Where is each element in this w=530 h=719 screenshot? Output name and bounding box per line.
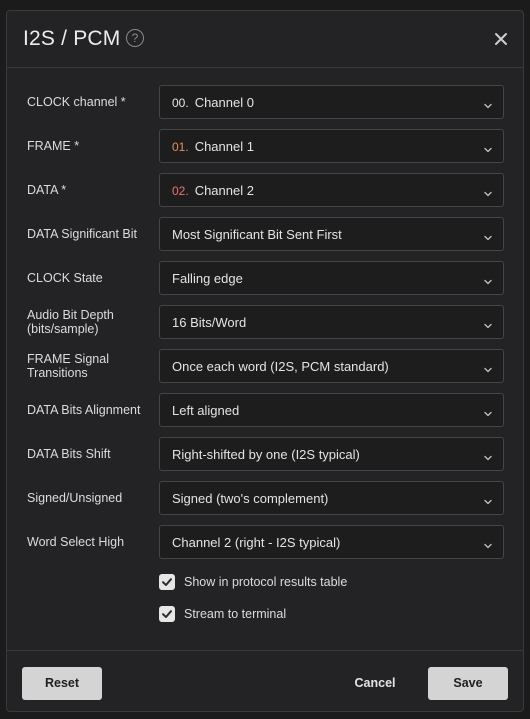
field-label: CLOCK channel * — [27, 95, 126, 109]
field-label: Audio Bit Depth (bits/sample) — [27, 308, 114, 336]
form-row: FRAME * 01. Channel 1 — [7, 129, 523, 163]
help-circle-icon[interactable]: ? — [126, 29, 144, 47]
field-select[interactable]: 01. Channel 1 — [159, 129, 504, 163]
form-row: Word Select High Channel 2 (right - I2S t… — [7, 525, 523, 559]
field-label: FRAME Signal Transitions — [27, 352, 109, 380]
chevron-down-icon — [483, 494, 493, 505]
select-value: Channel 1 — [194, 139, 254, 154]
channel-index: 00. — [172, 96, 189, 110]
cancel-button[interactable]: Cancel — [345, 667, 405, 700]
checkbox[interactable] — [159, 574, 175, 590]
dialog-title: I2S / PCM — [23, 27, 121, 50]
select-value: Left aligned — [172, 403, 240, 418]
select-value-container: 16 Bits/Word — [172, 315, 246, 330]
field-label: FRAME * — [27, 139, 80, 153]
field-label: DATA * — [27, 183, 67, 197]
checkbox[interactable] — [159, 606, 175, 622]
chevron-down-icon — [483, 230, 493, 241]
option-label: Show in protocol results table — [184, 575, 348, 589]
select-value-container: Left aligned — [172, 403, 239, 418]
chevron-down-icon — [483, 142, 493, 153]
select-value-container: Once each word (I2S, PCM standard) — [172, 359, 389, 374]
select-value-container: 02. Channel 2 — [172, 183, 254, 198]
select-value-container: Channel 2 (right - I2S typical) — [172, 535, 340, 550]
option-label: Stream to terminal — [184, 607, 287, 621]
i2s-pcm-dialog: I2S / PCM ? CLOCK channel * 00. Channel 0 F… — [6, 10, 524, 712]
check-icon — [162, 578, 172, 586]
select-value-container: Right-shifted by one (I2S typical) — [172, 447, 360, 462]
form-row: DATA Bits Shift Right-shifted by one (I2S… — [7, 437, 523, 471]
select-value-container: 00. Channel 0 — [172, 95, 254, 110]
select-value: Falling edge — [172, 271, 243, 286]
chevron-down-icon — [483, 318, 493, 329]
chevron-down-icon — [483, 98, 493, 109]
select-value-container: Most Significant Bit Sent First — [172, 227, 342, 242]
select-value: Right-shifted by one (I2S typical) — [172, 447, 360, 462]
dialog-header: I2S / PCM ? — [7, 11, 523, 68]
field-select[interactable]: Once each word (I2S, PCM standard) — [159, 349, 504, 383]
select-value-container: Falling edge — [172, 271, 243, 286]
select-value: Channel 2 (right - I2S typical) — [172, 535, 341, 550]
field-label: CLOCK State — [27, 271, 103, 285]
field-select[interactable]: Left aligned — [159, 393, 504, 427]
select-value-container: Signed (two's complement) — [172, 491, 328, 506]
field-label: Signed/Unsigned — [27, 491, 123, 505]
field-select[interactable]: Channel 2 (right - I2S typical) — [159, 525, 504, 559]
chevron-down-icon — [483, 362, 493, 373]
select-value: 16 Bits/Word — [172, 315, 247, 330]
form-row: DATA * 02. Channel 2 — [7, 173, 523, 207]
chevron-down-icon — [483, 450, 493, 461]
form-row: Signed/Unsigned Signed (two's complement) — [7, 481, 523, 515]
select-value-container: 01. Channel 1 — [172, 139, 254, 154]
form-row: Audio Bit Depth (bits/sample) 16 Bits/Wor… — [7, 305, 523, 339]
form-row: CLOCK channel * 00. Channel 0 — [7, 85, 523, 119]
select-value: Signed (two's complement) — [172, 491, 329, 506]
select-value: Once each word (I2S, PCM standard) — [172, 359, 389, 374]
form-row: DATA Bits Alignment Left aligned — [7, 393, 523, 427]
option-checkbox-row[interactable]: Stream to terminal — [159, 606, 399, 624]
field-select[interactable]: Right-shifted by one (I2S typical) — [159, 437, 504, 471]
field-select[interactable]: 00. Channel 0 — [159, 85, 504, 119]
field-select[interactable]: Falling edge — [159, 261, 504, 295]
reset-button[interactable]: Reset — [22, 667, 102, 700]
field-label: DATA Significant Bit — [27, 227, 137, 241]
chevron-down-icon — [483, 274, 493, 285]
check-icon — [162, 610, 172, 618]
chevron-down-icon — [483, 538, 493, 549]
dialog-footer: Reset Cancel Save — [7, 650, 523, 712]
form-row: CLOCK State Falling edge — [7, 261, 523, 295]
form-row: DATA Significant Bit Most Significant Bit… — [7, 217, 523, 251]
option-checkbox-row[interactable]: Show in protocol results table — [159, 574, 399, 592]
field-label: DATA Bits Shift — [27, 447, 111, 461]
field-select[interactable]: Signed (two's complement) — [159, 481, 504, 515]
field-select[interactable]: 02. Channel 2 — [159, 173, 504, 207]
select-value: Most Significant Bit Sent First — [172, 227, 342, 242]
chevron-down-icon — [483, 406, 493, 417]
field-label: DATA Bits Alignment — [27, 403, 141, 417]
form-row: FRAME Signal Transitions Once each word (… — [7, 349, 523, 383]
field-select[interactable]: 16 Bits/Word — [159, 305, 504, 339]
field-select[interactable]: Most Significant Bit Sent First — [159, 217, 504, 251]
save-button[interactable]: Save — [428, 667, 508, 700]
close-icon[interactable] — [493, 31, 509, 47]
chevron-down-icon — [483, 186, 493, 197]
select-value: Channel 0 — [194, 95, 254, 110]
field-label: Word Select High — [27, 535, 125, 549]
select-value: Channel 2 — [194, 183, 254, 198]
channel-index: 01. — [172, 140, 189, 154]
channel-index: 02. — [172, 184, 189, 198]
